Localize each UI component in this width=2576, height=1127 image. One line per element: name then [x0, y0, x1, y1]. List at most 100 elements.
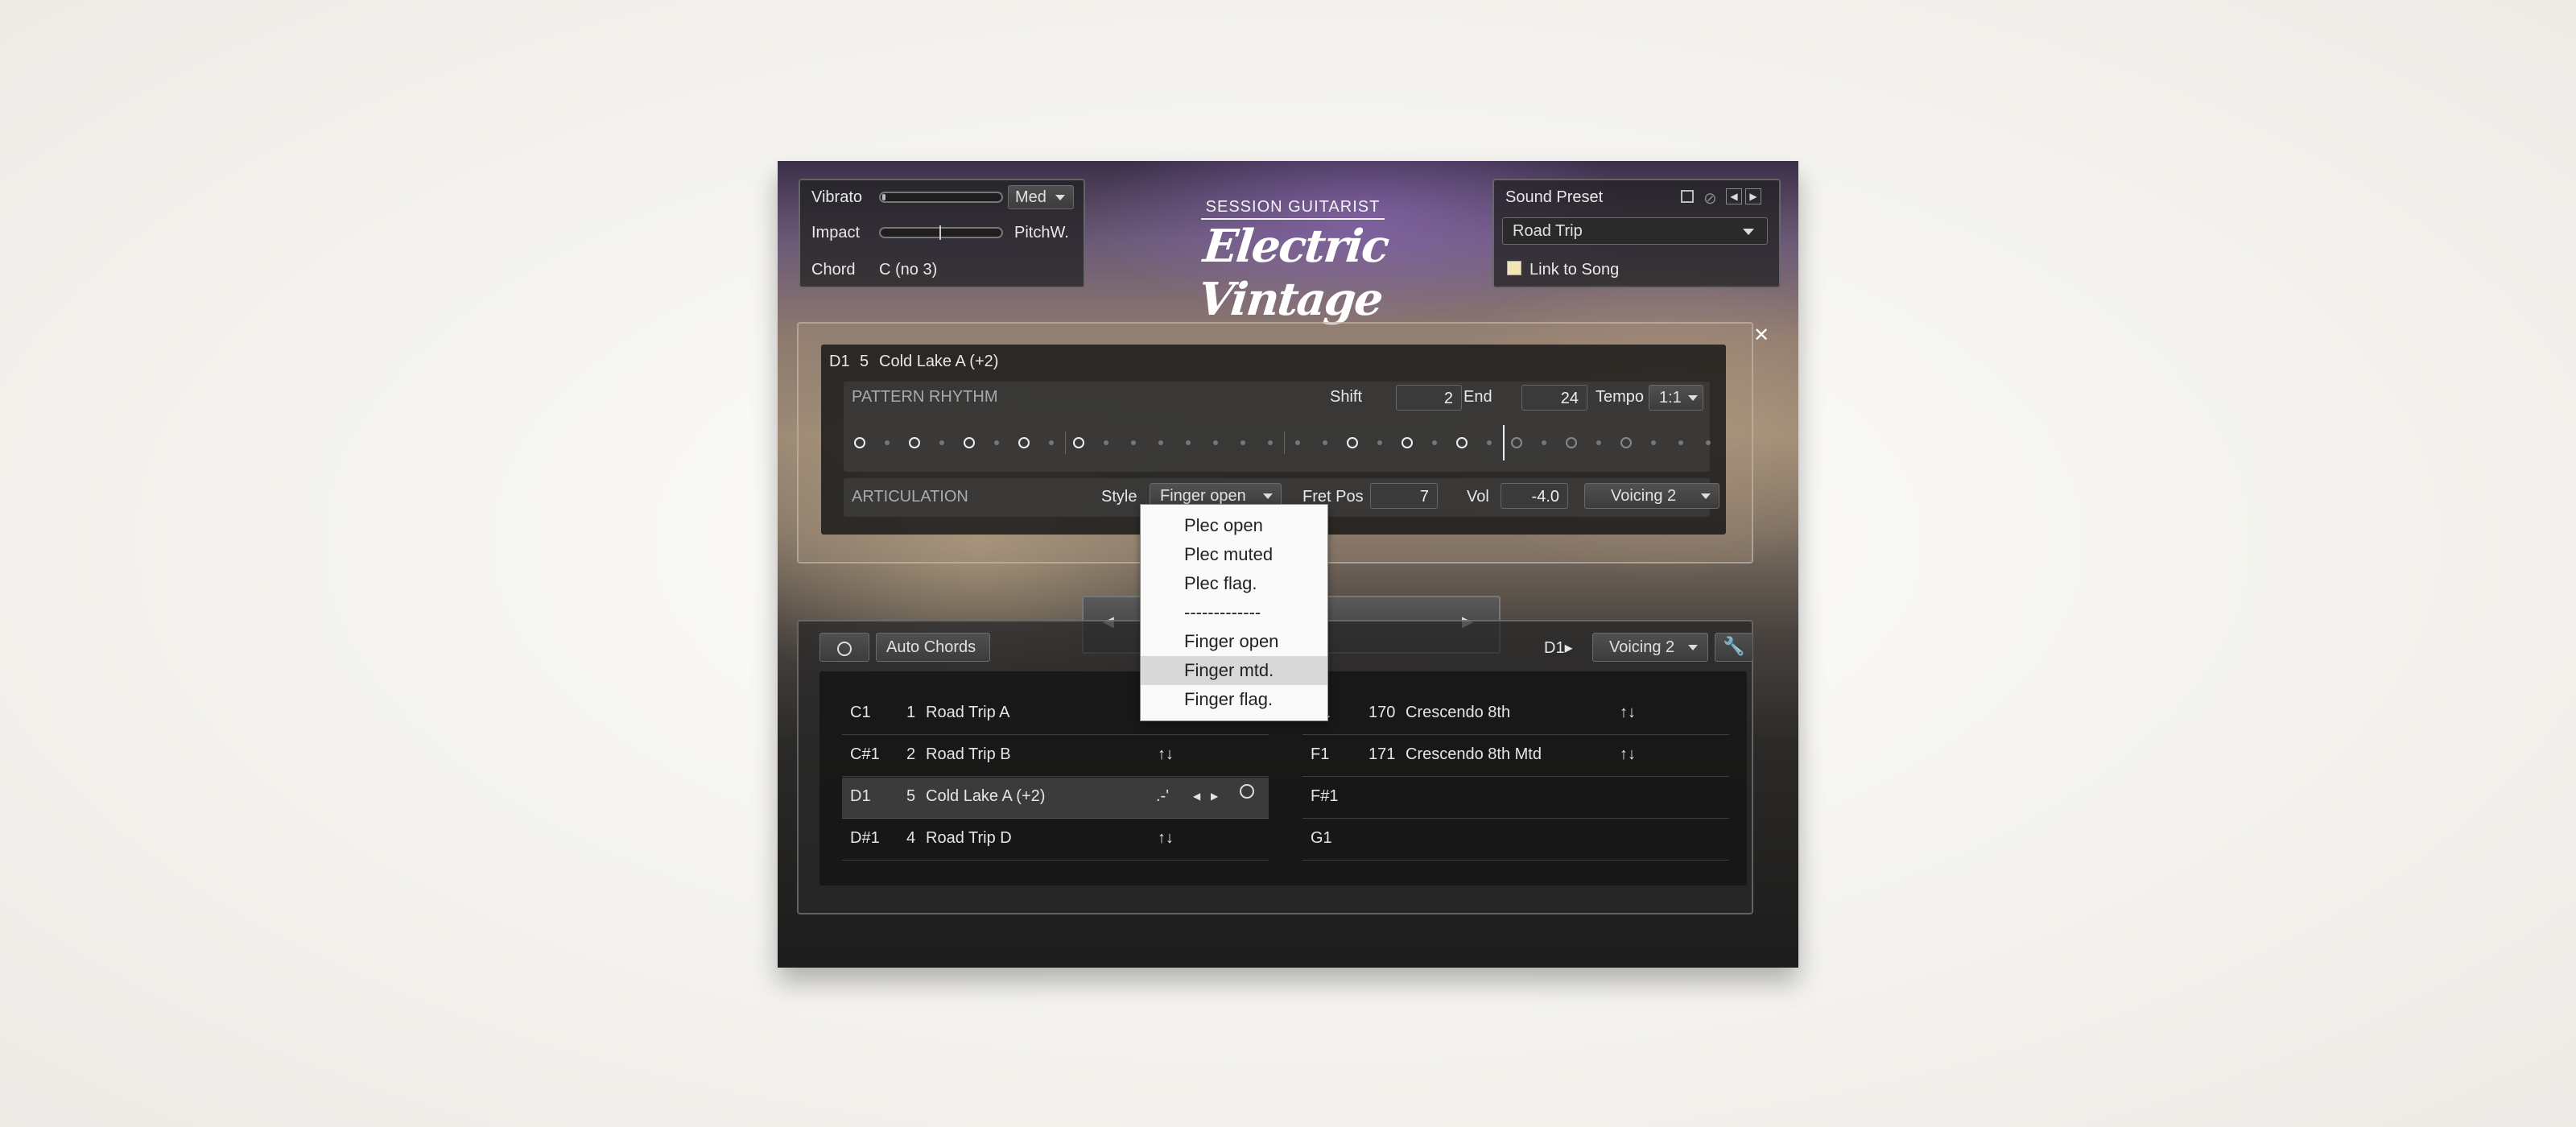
- power-button[interactable]: [819, 633, 869, 662]
- step-divider: [1065, 431, 1066, 454]
- tempo-dropdown[interactable]: 1:1: [1649, 385, 1703, 411]
- end-marker[interactable]: [1503, 425, 1505, 460]
- pattern-row[interactable]: F#1: [1302, 778, 1729, 819]
- swap-icon[interactable]: ↑↓: [1620, 704, 1636, 722]
- step-on[interactable]: [964, 437, 975, 448]
- pattern-row[interactable]: G1: [1302, 819, 1729, 861]
- row-key: F#1: [1311, 787, 1339, 805]
- step-off[interactable]: [939, 440, 944, 445]
- step-on[interactable]: [1620, 437, 1632, 448]
- pattern-row[interactable]: C#1 2 Road Trip B ↑↓: [842, 736, 1269, 777]
- row-key: D1: [850, 787, 871, 805]
- menu-item-finger-mtd[interactable]: Finger mtd.: [1141, 656, 1327, 685]
- step-off[interactable]: [1706, 440, 1711, 445]
- save-icon[interactable]: [1681, 190, 1694, 203]
- step-off[interactable]: [1596, 440, 1601, 445]
- chevron-down-icon: [1743, 229, 1754, 235]
- step-off[interactable]: [1678, 440, 1683, 445]
- articulation-title: ARTICULATION: [852, 488, 968, 506]
- step-off[interactable]: [1241, 440, 1245, 445]
- shift-label: Shift: [1330, 388, 1363, 406]
- menu-item-finger-open[interactable]: Finger open: [1141, 627, 1327, 656]
- step-off[interactable]: [885, 440, 890, 445]
- end-label: End: [1463, 388, 1492, 406]
- menu-item-plec-muted[interactable]: Plec muted: [1141, 540, 1327, 569]
- fret-pos-field[interactable]: 7: [1370, 483, 1438, 509]
- swap-icon[interactable]: ↑↓: [1158, 829, 1174, 848]
- row-name: Road Trip B: [926, 745, 1011, 763]
- pattern-row[interactable]: D#1 4 Road Trip D ↑↓: [842, 819, 1269, 861]
- logo-title: Electric Vintage: [1195, 220, 1391, 326]
- delete-icon[interactable]: ⊘: [1703, 188, 1717, 208]
- impact-slider[interactable]: [879, 225, 1003, 240]
- chevron-down-icon: [1688, 645, 1698, 650]
- chevron-down-icon: [1688, 395, 1698, 401]
- vibrato-slider[interactable]: [879, 192, 1003, 203]
- row-key: F1: [1311, 745, 1330, 763]
- step-off[interactable]: [1651, 440, 1656, 445]
- style-label: Style: [1101, 488, 1137, 506]
- step-on[interactable]: [1018, 437, 1030, 448]
- step-off[interactable]: [1049, 440, 1054, 445]
- step-on[interactable]: [1347, 437, 1358, 448]
- step-on[interactable]: [1456, 437, 1468, 448]
- step-off[interactable]: [1131, 440, 1136, 445]
- step-on[interactable]: [1511, 437, 1522, 448]
- menu-item-plec-flag[interactable]: Plec flag.: [1141, 569, 1327, 598]
- step-off[interactable]: [1323, 440, 1327, 445]
- vol-field[interactable]: -4.0: [1501, 483, 1568, 509]
- step-on[interactable]: [854, 437, 865, 448]
- settings-wrench-button[interactable]: 🔧: [1715, 633, 1753, 662]
- row-key: D#1: [850, 829, 880, 847]
- step-on[interactable]: [1073, 437, 1084, 448]
- logo: SESSION GUITARIST Electric Vintage: [1156, 198, 1430, 326]
- end-field[interactable]: 24: [1521, 385, 1587, 411]
- step-off[interactable]: [1104, 440, 1108, 445]
- sound-preset-dropdown[interactable]: Road Trip: [1502, 217, 1768, 245]
- chord-label: Chord: [811, 261, 856, 279]
- step-off[interactable]: [1432, 440, 1437, 445]
- step-off[interactable]: [1542, 440, 1546, 445]
- step-off[interactable]: [994, 440, 999, 445]
- previous-preset-icon[interactable]: ◀: [1726, 188, 1742, 204]
- browser-voicing-dropdown[interactable]: Voicing 2: [1592, 633, 1708, 662]
- pattern-row[interactable]: E1 170 Crescendo 8th ↑↓: [1302, 694, 1729, 735]
- logo-subtitle: SESSION GUITARIST: [1200, 198, 1385, 220]
- close-icon[interactable]: ✕: [1753, 324, 1769, 347]
- step-off[interactable]: [1377, 440, 1382, 445]
- next-preset-icon[interactable]: ▶: [1745, 188, 1761, 204]
- menu-item-plec-open[interactable]: Plec open: [1141, 511, 1327, 540]
- menu-item-finger-flag[interactable]: Finger flag.: [1141, 685, 1327, 714]
- step-divider: [1284, 431, 1285, 454]
- row-name: Road Trip D: [926, 829, 1012, 847]
- step-off[interactable]: [1186, 440, 1191, 445]
- swap-icon[interactable]: ↑↓: [1620, 745, 1636, 764]
- next-variation-icon[interactable]: ▶: [1211, 791, 1218, 802]
- variation-icon[interactable]: .-': [1156, 787, 1169, 806]
- auto-chords-button[interactable]: Auto Chords: [876, 633, 990, 662]
- swap-icon[interactable]: ↑↓: [1158, 745, 1174, 764]
- pattern-row[interactable]: F1 171 Crescendo 8th Mtd ↑↓: [1302, 736, 1729, 777]
- step-on[interactable]: [909, 437, 920, 448]
- pattern-name: Cold Lake A (+2): [879, 353, 999, 370]
- previous-variation-icon[interactable]: ◀: [1193, 791, 1200, 802]
- link-to-song-checkbox[interactable]: [1507, 261, 1521, 275]
- articulation-voicing-dropdown[interactable]: Voicing 2: [1584, 483, 1719, 509]
- link-to-song-label: Link to Song: [1530, 261, 1620, 279]
- step-off[interactable]: [1295, 440, 1300, 445]
- auto-chords-label: Auto Chords: [886, 638, 976, 656]
- vibrato-speed-dropdown[interactable]: Med: [1008, 185, 1074, 209]
- step-on[interactable]: [1402, 437, 1413, 448]
- step-off[interactable]: [1268, 440, 1273, 445]
- row-name: Crescendo 8th: [1406, 704, 1511, 721]
- row-number: 5: [906, 787, 916, 805]
- shift-field[interactable]: 2: [1396, 385, 1462, 411]
- step-off[interactable]: [1487, 440, 1492, 445]
- step-off[interactable]: [1158, 440, 1163, 445]
- search-icon[interactable]: [1240, 784, 1254, 799]
- row-key: C#1: [850, 745, 880, 763]
- vibrato-slider-fill: [882, 194, 886, 200]
- pattern-row-selected[interactable]: D1 5 Cold Lake A (+2) .-' ◀ ▶: [842, 778, 1269, 819]
- step-off[interactable]: [1213, 440, 1218, 445]
- step-on[interactable]: [1566, 437, 1577, 448]
